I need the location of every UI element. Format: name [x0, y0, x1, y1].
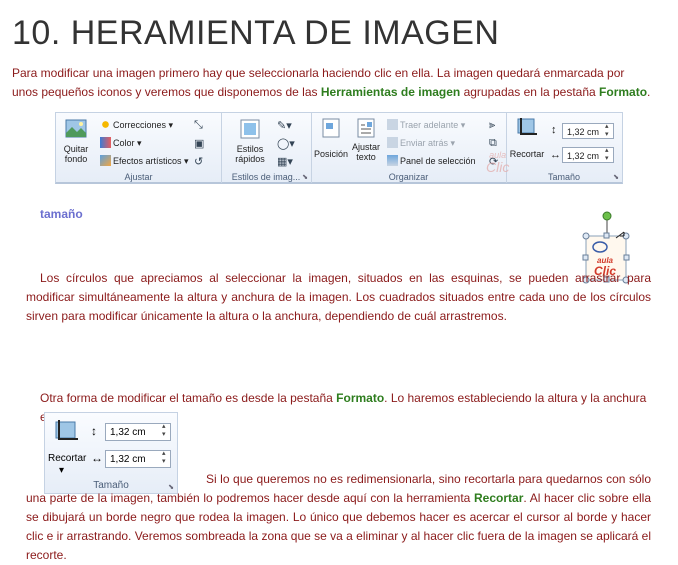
efectos-artisticos-button[interactable]: Efectos artísticos ▾ [100, 155, 189, 167]
posicion-button[interactable]: Posición [314, 117, 348, 159]
group-label-organizar: Organizar [388, 172, 429, 182]
effects-icon[interactable]: ◯▾ [277, 137, 295, 150]
traer-adelante-button[interactable]: Traer adelante ▾ [387, 119, 465, 131]
height-input[interactable]: 1,32 cm [562, 123, 614, 139]
recortar-button[interactable]: Recortar [509, 117, 545, 159]
compress-icon[interactable]: ⤡ [194, 119, 203, 132]
reset-image-icon[interactable]: ↺ [194, 155, 203, 168]
width-input[interactable]: 1,32 cm [105, 450, 171, 468]
panel-seleccion-button[interactable]: Panel de selección [387, 155, 476, 166]
artistic-effects-icon [100, 155, 111, 166]
enviar-atras-button[interactable]: Enviar atrás ▾ [387, 137, 455, 149]
wrap-text-icon [357, 118, 375, 138]
intro-paragraph: Para modificar una imagen primero hay qu… [12, 66, 651, 99]
height-icon: ↕ [551, 124, 557, 136]
bring-forward-icon [387, 119, 398, 130]
color-icon [100, 137, 111, 148]
color-button[interactable]: Color ▾ [100, 137, 142, 149]
correcciones-button[interactable]: Correcciones ▾ [100, 119, 173, 131]
width-icon: ↔ [91, 451, 103, 465]
remove-background-icon [65, 119, 87, 138]
selection-pane-icon [387, 155, 398, 166]
group-label-estilos: Estilos de imag... [231, 172, 301, 182]
quick-styles-icon [240, 119, 260, 139]
dialog-launcher-icon[interactable]: ⬊ [613, 173, 619, 181]
group-organizar: Posición Ajustar texto Traer adelante ▾ … [311, 113, 507, 183]
height-input[interactable]: 1,32 cm [105, 423, 171, 441]
align-icon[interactable]: ⫸ [489, 119, 495, 132]
quitar-fondo-button[interactable]: Quitar fondo [59, 117, 93, 164]
sun-icon [100, 119, 111, 130]
format-ribbon: Quitar fondo Correcciones ▾ Color ▾ Efec… [55, 112, 623, 184]
width-input[interactable]: 1,32 cm [562, 147, 614, 163]
group-label-ajustar: Ajustar [124, 172, 153, 182]
group-ajustar: Quitar fondo Correcciones ▾ Color ▾ Efec… [56, 113, 222, 183]
crop-icon [517, 118, 537, 135]
position-icon [322, 118, 340, 138]
dialog-launcher-icon[interactable]: ⬊ [302, 173, 308, 181]
crop-icon [55, 420, 78, 440]
intro-bold-tools: Herramientas de imagen [320, 85, 461, 99]
estilos-rapidos-button[interactable]: Estilos rápidos [226, 117, 274, 164]
bold-recortar: Recortar [474, 491, 524, 505]
group-tamano: Recortar ↕ 1,32 cm ↔ 1,32 cm Tamaño ⬊ [506, 113, 622, 183]
ajustar-texto-button[interactable]: Ajustar texto [349, 117, 383, 162]
page-title: 10. HERAMIENTA DE IMAGEN [12, 14, 500, 52]
group-label-tamano: Tamaño [547, 172, 581, 182]
paragraph-resize-handles: Los círculos que apreciamos al seleccion… [26, 271, 651, 323]
paragraph-crop: Si lo que queremos no es redimensionarla… [26, 472, 652, 562]
change-image-icon[interactable]: ▣ [194, 137, 204, 150]
bold-formato: Formato [336, 391, 385, 405]
section-label-tamano: tamaño [40, 207, 83, 221]
group-estilos: Estilos rápidos ✎▾ ◯▾ ▦▾ Estilos de imag… [221, 113, 312, 183]
intro-bold-format: Formato [599, 85, 648, 99]
height-icon: ↕ [91, 424, 97, 438]
border-icon[interactable]: ✎▾ [277, 119, 292, 132]
send-backward-icon [387, 137, 398, 148]
layout-icon[interactable]: ▦▾ [277, 155, 293, 168]
recortar-button[interactable]: Recortar [48, 453, 86, 464]
width-icon: ↔ [550, 149, 561, 161]
